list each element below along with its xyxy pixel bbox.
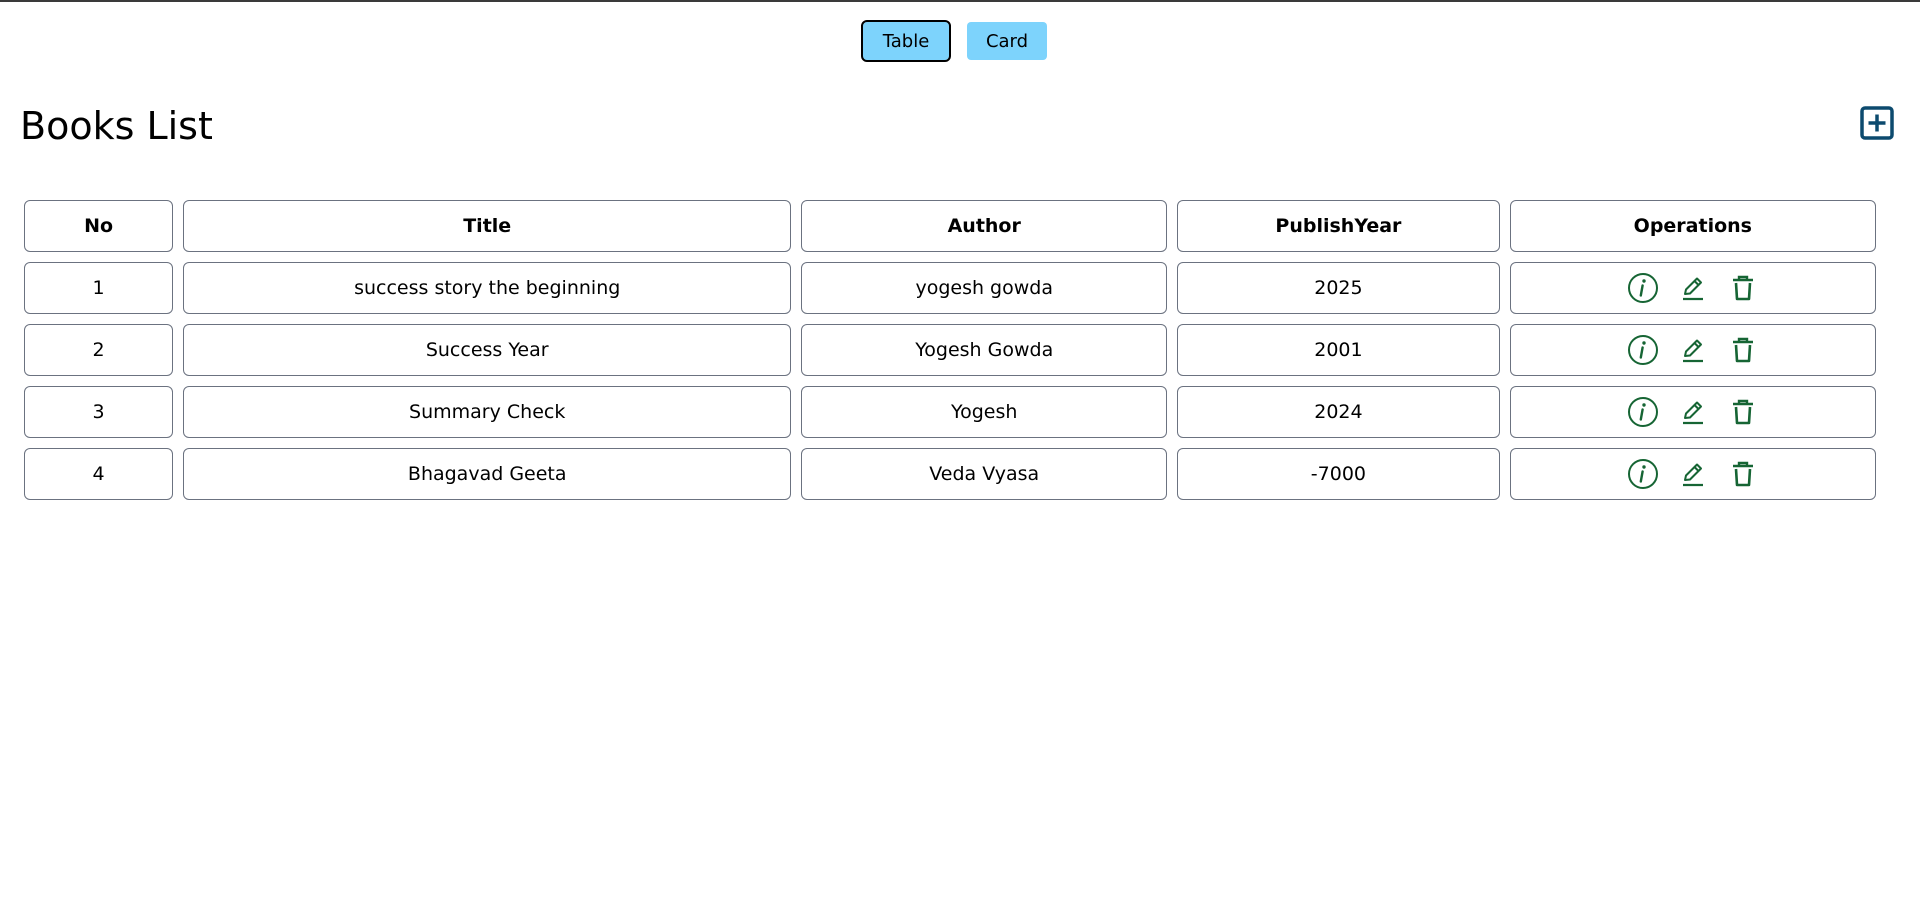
cell-operations <box>1509 324 1876 376</box>
cell-author: Yogesh <box>801 386 1168 438</box>
view-toggle: Table Card <box>0 20 1920 62</box>
trash-icon[interactable] <box>1727 334 1759 366</box>
cell-no: 1 <box>24 262 174 314</box>
operations-group <box>1511 263 1875 313</box>
cell-title: Bhagavad Geeta <box>183 448 792 500</box>
table-header-row: No Title Author PublishYear Operations <box>24 200 1876 252</box>
header-operations: Operations <box>1509 200 1876 252</box>
cell-operations <box>1509 262 1876 314</box>
table-row: 4 Bhagavad Geeta Veda Vyasa -7000 <box>24 448 1876 500</box>
header-author: Author <box>801 200 1168 252</box>
cell-publish-year: 2024 <box>1177 386 1500 438</box>
trash-icon[interactable] <box>1727 396 1759 428</box>
header-no: No <box>24 200 174 252</box>
operations-group <box>1511 387 1875 437</box>
operations-group <box>1511 325 1875 375</box>
cell-publish-year: -7000 <box>1177 448 1500 500</box>
edit-pencil-icon[interactable] <box>1677 334 1709 366</box>
cell-author: yogesh gowda <box>801 262 1168 314</box>
cell-title: success story the beginning <box>183 262 792 314</box>
cell-author: Yogesh Gowda <box>801 324 1168 376</box>
table-row: 1 success story the beginning yogesh gowda… <box>24 262 1876 314</box>
info-circle-icon[interactable] <box>1627 396 1659 428</box>
card-view-button[interactable]: Card <box>967 22 1047 60</box>
cell-title: Success Year <box>183 324 792 376</box>
trash-icon[interactable] <box>1727 458 1759 490</box>
books-table: No Title Author PublishYear Operations 1… <box>14 190 1886 510</box>
page-title: Books List <box>20 104 213 148</box>
table-row: 3 Summary Check Yogesh 2024 <box>24 386 1876 438</box>
edit-pencil-icon[interactable] <box>1677 396 1709 428</box>
edit-pencil-icon[interactable] <box>1677 458 1709 490</box>
table-body: 1 success story the beginning yogesh gowda… <box>24 262 1876 500</box>
header-title: Title <box>183 200 792 252</box>
cell-no: 2 <box>24 324 174 376</box>
info-circle-icon[interactable] <box>1627 272 1659 304</box>
cell-operations <box>1509 448 1876 500</box>
cell-publish-year: 2025 <box>1177 262 1500 314</box>
trash-icon[interactable] <box>1727 272 1759 304</box>
cell-operations <box>1509 386 1876 438</box>
table-view-button[interactable]: Table <box>861 20 951 62</box>
add-book-button[interactable] <box>1860 106 1894 140</box>
cell-title: Summary Check <box>183 386 792 438</box>
cell-author: Veda Vyasa <box>801 448 1168 500</box>
table-row: 2 Success Year Yogesh Gowda 2001 <box>24 324 1876 376</box>
cell-no: 3 <box>24 386 174 438</box>
info-circle-icon[interactable] <box>1627 334 1659 366</box>
operations-group <box>1511 449 1875 499</box>
edit-pencil-icon[interactable] <box>1677 272 1709 304</box>
header-publish-year: PublishYear <box>1177 200 1500 252</box>
cell-no: 4 <box>24 448 174 500</box>
info-circle-icon[interactable] <box>1627 458 1659 490</box>
top-rule <box>0 0 1920 2</box>
cell-publish-year: 2001 <box>1177 324 1500 376</box>
plus-square-icon <box>1860 106 1894 140</box>
